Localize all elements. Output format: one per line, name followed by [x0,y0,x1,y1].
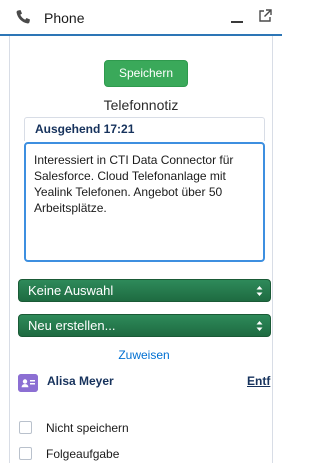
related-record-select-value: Keine Auswahl [28,283,114,298]
call-note-textarea[interactable]: Interessiert in CTI Data Connector für S… [24,142,265,262]
create-new-select[interactable]: Neu erstellen... [18,314,271,337]
select-arrows-icon [256,321,263,331]
note-title: Telefonnotiz [103,97,179,113]
minimize-icon[interactable] [231,21,243,23]
app-title: Phone [44,10,85,26]
contact-card-icon [18,374,38,392]
call-direction-time: Ausgehend 17:21 [35,122,135,136]
app-header: Phone [0,0,282,36]
do-not-save-checkbox[interactable] [19,421,32,434]
phone-icon [16,10,30,24]
contact-name[interactable]: Alisa Meyer [47,374,114,388]
follow-up-task-checkbox[interactable] [19,447,32,460]
popout-icon[interactable] [258,9,272,23]
call-info: Ausgehend 17:21 [24,117,265,141]
follow-up-task-label: Folgeaufgabe [46,447,120,461]
create-new-select-value: Neu erstellen... [28,318,116,333]
select-arrows-icon [256,286,263,296]
assign-link[interactable]: Zuweisen [0,347,288,363]
remove-contact-link[interactable]: Entf [247,374,270,388]
related-record-select[interactable]: Keine Auswahl [18,279,271,302]
save-button[interactable]: Speichern [104,60,188,87]
do-not-save-label: Nicht speichern [46,421,129,435]
